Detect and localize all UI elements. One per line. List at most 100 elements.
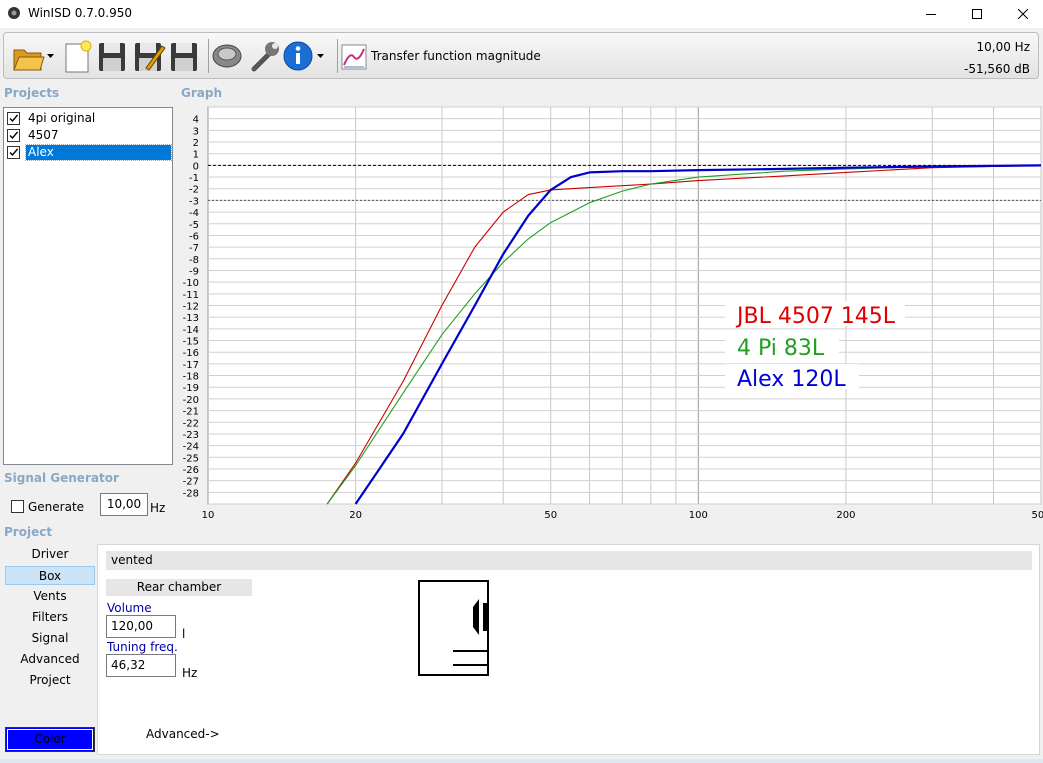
y-tick-label: -25 <box>183 453 199 464</box>
rear-chamber-header: Rear chamber <box>106 579 252 596</box>
y-tick-label: -16 <box>183 348 199 359</box>
response-graph[interactable]: 43210-1-2-3-4-5-6-7-8-9-10-11-12-13-14-1… <box>176 100 1043 526</box>
close-button[interactable] <box>1000 0 1043 28</box>
info-icon[interactable] <box>282 38 314 74</box>
y-tick-label: -13 <box>183 313 199 324</box>
color-button[interactable]: Color <box>5 727 95 752</box>
project-item[interactable]: 4507 <box>7 127 171 143</box>
nav-filters[interactable]: Filters <box>5 608 95 627</box>
x-tick-label: 50 <box>544 510 557 521</box>
save-as-icon[interactable] <box>132 38 166 74</box>
y-tick-label: -10 <box>183 278 199 289</box>
y-tick-label: -7 <box>189 243 199 254</box>
y-tick-label: -8 <box>189 255 199 266</box>
project-checkbox[interactable] <box>7 128 20 142</box>
minimize-icon <box>926 14 936 15</box>
projects-list[interactable]: 4pi original 4507 Alex <box>3 107 173 465</box>
box-settings-panel <box>97 544 1040 755</box>
y-tick-label: -26 <box>183 465 199 476</box>
tuning-freq-input[interactable]: 46,32 <box>106 654 176 677</box>
driver-editor-icon[interactable] <box>210 38 244 74</box>
generator-frequency-input[interactable]: 10,00 <box>100 493 148 516</box>
project-item[interactable]: 4pi original <box>7 110 171 126</box>
y-tick-label: -12 <box>183 302 199 313</box>
nav-driver[interactable]: Driver <box>5 545 95 564</box>
x-tick-label: 100 <box>689 510 708 521</box>
tuning-freq-unit: Hz <box>182 666 198 680</box>
y-tick-label: -28 <box>183 488 199 499</box>
y-tick-label: -1 <box>189 173 199 184</box>
generator-frequency-unit: Hz <box>150 501 166 515</box>
y-tick-label: -11 <box>183 290 199 301</box>
signal-generator-header: Signal Generator <box>4 471 119 485</box>
window-title: WinISD 0.7.0.950 <box>28 6 133 20</box>
toolbar-separator <box>208 39 209 73</box>
y-tick-label: -17 <box>183 360 199 371</box>
box-type-selector[interactable]: vented <box>106 551 1032 570</box>
y-tick-label: -15 <box>183 337 199 348</box>
generate-label: Generate <box>28 500 85 514</box>
volume-label: Volume <box>107 601 152 615</box>
x-tick-label: 200 <box>836 510 855 521</box>
project-item-selected[interactable]: Alex <box>7 143 172 161</box>
y-tick-label: -5 <box>189 220 199 231</box>
dropdown-arrow-icon[interactable] <box>46 52 55 60</box>
cursor-frequency-readout: 10,00 Hz <box>976 40 1031 54</box>
save-all-icon[interactable] <box>168 38 202 74</box>
x-tick-label: 10 <box>202 510 215 521</box>
y-tick-label: -22 <box>183 418 199 429</box>
nav-vents[interactable]: Vents <box>5 587 95 606</box>
save-icon[interactable] <box>96 38 128 74</box>
y-tick-label: -6 <box>189 231 199 242</box>
y-tick-label: 1 <box>193 150 199 161</box>
toolbar-separator <box>337 39 338 73</box>
y-tick-label: 0 <box>193 161 199 172</box>
graph-type-icon[interactable] <box>340 43 368 71</box>
annotation-alex: Alex 120L <box>737 367 846 392</box>
open-folder-icon[interactable] <box>11 38 45 74</box>
minimize-button[interactable] <box>908 0 954 28</box>
y-tick-label: -19 <box>183 383 199 394</box>
y-tick-label: -21 <box>183 407 199 418</box>
plot-mode-label[interactable]: Transfer function magnitude <box>371 49 541 63</box>
checkmark-icon <box>9 131 18 139</box>
y-tick-label: -3 <box>189 196 199 207</box>
checkmark-icon <box>9 148 18 156</box>
y-tick-label: -18 <box>183 372 199 383</box>
volume-input[interactable]: 120,00 <box>106 615 176 638</box>
y-tick-label: 2 <box>193 138 199 149</box>
checkmark-icon <box>9 114 18 122</box>
nav-project[interactable]: Project <box>5 671 95 690</box>
cursor-level-readout: -51,560 dB <box>964 62 1030 76</box>
y-tick-label: 3 <box>193 126 199 137</box>
advanced-link[interactable]: Advanced-> <box>146 727 220 741</box>
y-tick-label: -23 <box>183 430 199 441</box>
project-checkbox[interactable] <box>7 145 20 159</box>
close-icon <box>1018 9 1028 19</box>
annotation-jbl-4507: JBL 4507 145L <box>735 304 896 329</box>
y-tick-label: -4 <box>189 208 199 219</box>
toolbar: Transfer function magnitude 10,00 Hz -51… <box>3 32 1039 79</box>
y-tick-label: -9 <box>189 266 199 277</box>
title-bar: WinISD 0.7.0.950 <box>0 0 1043 28</box>
project-header: Project <box>4 525 53 539</box>
vented-box-diagram <box>418 580 489 676</box>
nav-box[interactable]: Box <box>5 566 95 585</box>
x-tick-label: 20 <box>349 510 362 521</box>
project-checkbox[interactable] <box>7 111 20 125</box>
project-label: 4pi original <box>28 110 96 125</box>
x-tick-label: 500 <box>1031 510 1043 521</box>
wrench-icon[interactable] <box>248 38 282 74</box>
maximize-button[interactable] <box>954 0 1000 28</box>
project-label: 4507 <box>28 127 59 142</box>
graph-header: Graph <box>181 86 222 100</box>
volume-unit: l <box>182 627 186 641</box>
projects-header: Projects <box>4 86 60 100</box>
app-logo-icon <box>8 7 20 19</box>
dropdown-arrow-icon[interactable] <box>316 52 325 60</box>
nav-advanced[interactable]: Advanced <box>5 650 95 669</box>
y-tick-label: -24 <box>183 442 199 453</box>
generate-checkbox[interactable] <box>11 500 24 513</box>
nav-signal[interactable]: Signal <box>5 629 95 648</box>
new-project-icon[interactable] <box>62 38 94 74</box>
